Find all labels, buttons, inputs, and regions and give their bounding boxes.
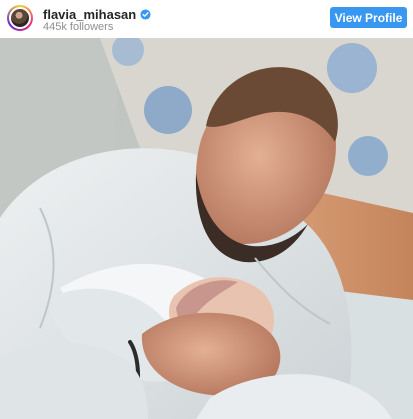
verified-badge-icon xyxy=(140,8,151,20)
profile-avatar[interactable] xyxy=(7,5,33,31)
avatar-ring-inner xyxy=(9,7,31,29)
followers-count: 445k followers xyxy=(43,21,114,33)
post-photo-image xyxy=(0,38,413,419)
username-row: flavia_mihasan xyxy=(43,6,151,22)
post-photo[interactable] xyxy=(0,38,413,419)
username[interactable]: flavia_mihasan xyxy=(43,7,136,22)
avatar-photo xyxy=(11,9,29,27)
post-header: flavia_mihasan 445k followers View Profi… xyxy=(0,0,413,38)
view-profile-button[interactable]: View Profile xyxy=(330,7,407,28)
instagram-post-embed: flavia_mihasan 445k followers View Profi… xyxy=(0,0,413,419)
